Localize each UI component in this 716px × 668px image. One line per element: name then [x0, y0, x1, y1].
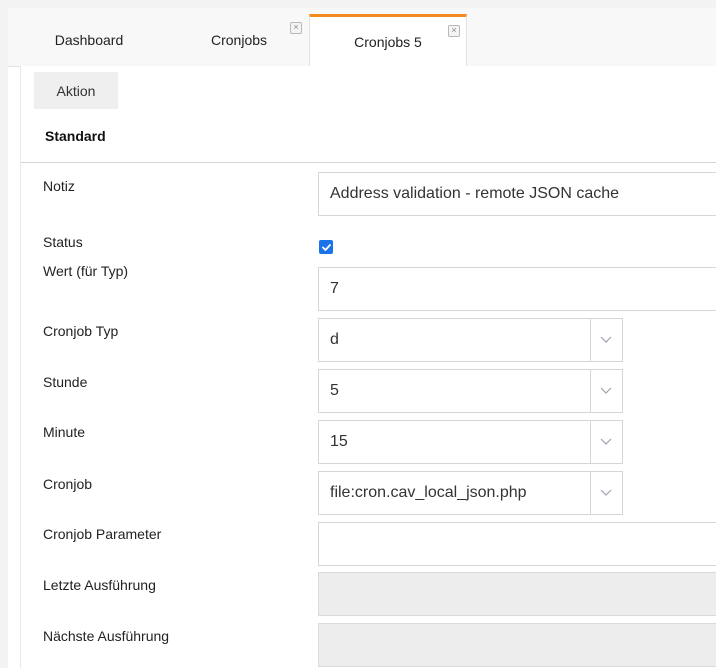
tab-label: Cronjobs: [210, 32, 268, 48]
status-label: Status: [43, 234, 83, 250]
stunde-label: Stunde: [43, 374, 88, 390]
minute-value: 15: [319, 421, 591, 463]
window-panel: Dashboard Cronjobs × Cronjobs 5 × Aktion…: [8, 8, 716, 668]
tab-cronjobs[interactable]: Cronjobs ×: [170, 14, 308, 66]
cronjob-label: Cronjob: [43, 476, 93, 492]
status-checkbox[interactable]: [319, 240, 333, 254]
naechste-label: Nächste Ausführung: [43, 628, 170, 644]
section-divider: [21, 162, 716, 163]
form-content: Aktion Standard Notiz Address validation…: [20, 66, 716, 668]
tab-cronjobs-5[interactable]: Cronjobs 5 ×: [309, 14, 467, 67]
wert-input[interactable]: 7: [318, 267, 716, 311]
chevron-down-icon[interactable]: [590, 472, 622, 514]
stunde-value: 5: [319, 370, 591, 412]
cronjob-value: file:cron.cav_local_json.php: [319, 472, 591, 514]
typ-select[interactable]: d: [318, 318, 623, 362]
tab-dashboard[interactable]: Dashboard: [8, 14, 170, 66]
typ-label: Cronjob Typ: [43, 323, 119, 339]
check-icon: [321, 243, 331, 251]
letzte-input: [318, 572, 716, 616]
action-button[interactable]: Aktion: [34, 72, 118, 109]
tab-bar: Dashboard Cronjobs × Cronjobs 5 ×: [8, 8, 716, 67]
minute-select[interactable]: 15: [318, 420, 623, 464]
tab-label: Cronjobs 5: [354, 34, 422, 50]
cronjob-select[interactable]: file:cron.cav_local_json.php: [318, 471, 623, 515]
chevron-down-icon[interactable]: [590, 370, 622, 412]
typ-value: d: [319, 319, 591, 361]
close-icon[interactable]: ×: [448, 25, 460, 37]
notiz-input[interactable]: Address validation - remote JSON cache: [318, 172, 716, 216]
minute-label: Minute: [43, 424, 86, 440]
tab-label: Dashboard: [54, 32, 124, 48]
naechste-input: [318, 623, 716, 667]
parameter-label: Cronjob Parameter: [43, 526, 162, 542]
notiz-label: Notiz: [43, 178, 75, 194]
letzte-label: Letzte Ausführung: [43, 577, 156, 593]
section-title: Standard: [45, 128, 106, 144]
wert-label: Wert (für Typ): [43, 263, 129, 279]
stunde-select[interactable]: 5: [318, 369, 623, 413]
parameter-input[interactable]: [318, 522, 716, 566]
close-icon[interactable]: ×: [290, 22, 302, 34]
chevron-down-icon[interactable]: [590, 421, 622, 463]
chevron-down-icon[interactable]: [590, 319, 622, 361]
